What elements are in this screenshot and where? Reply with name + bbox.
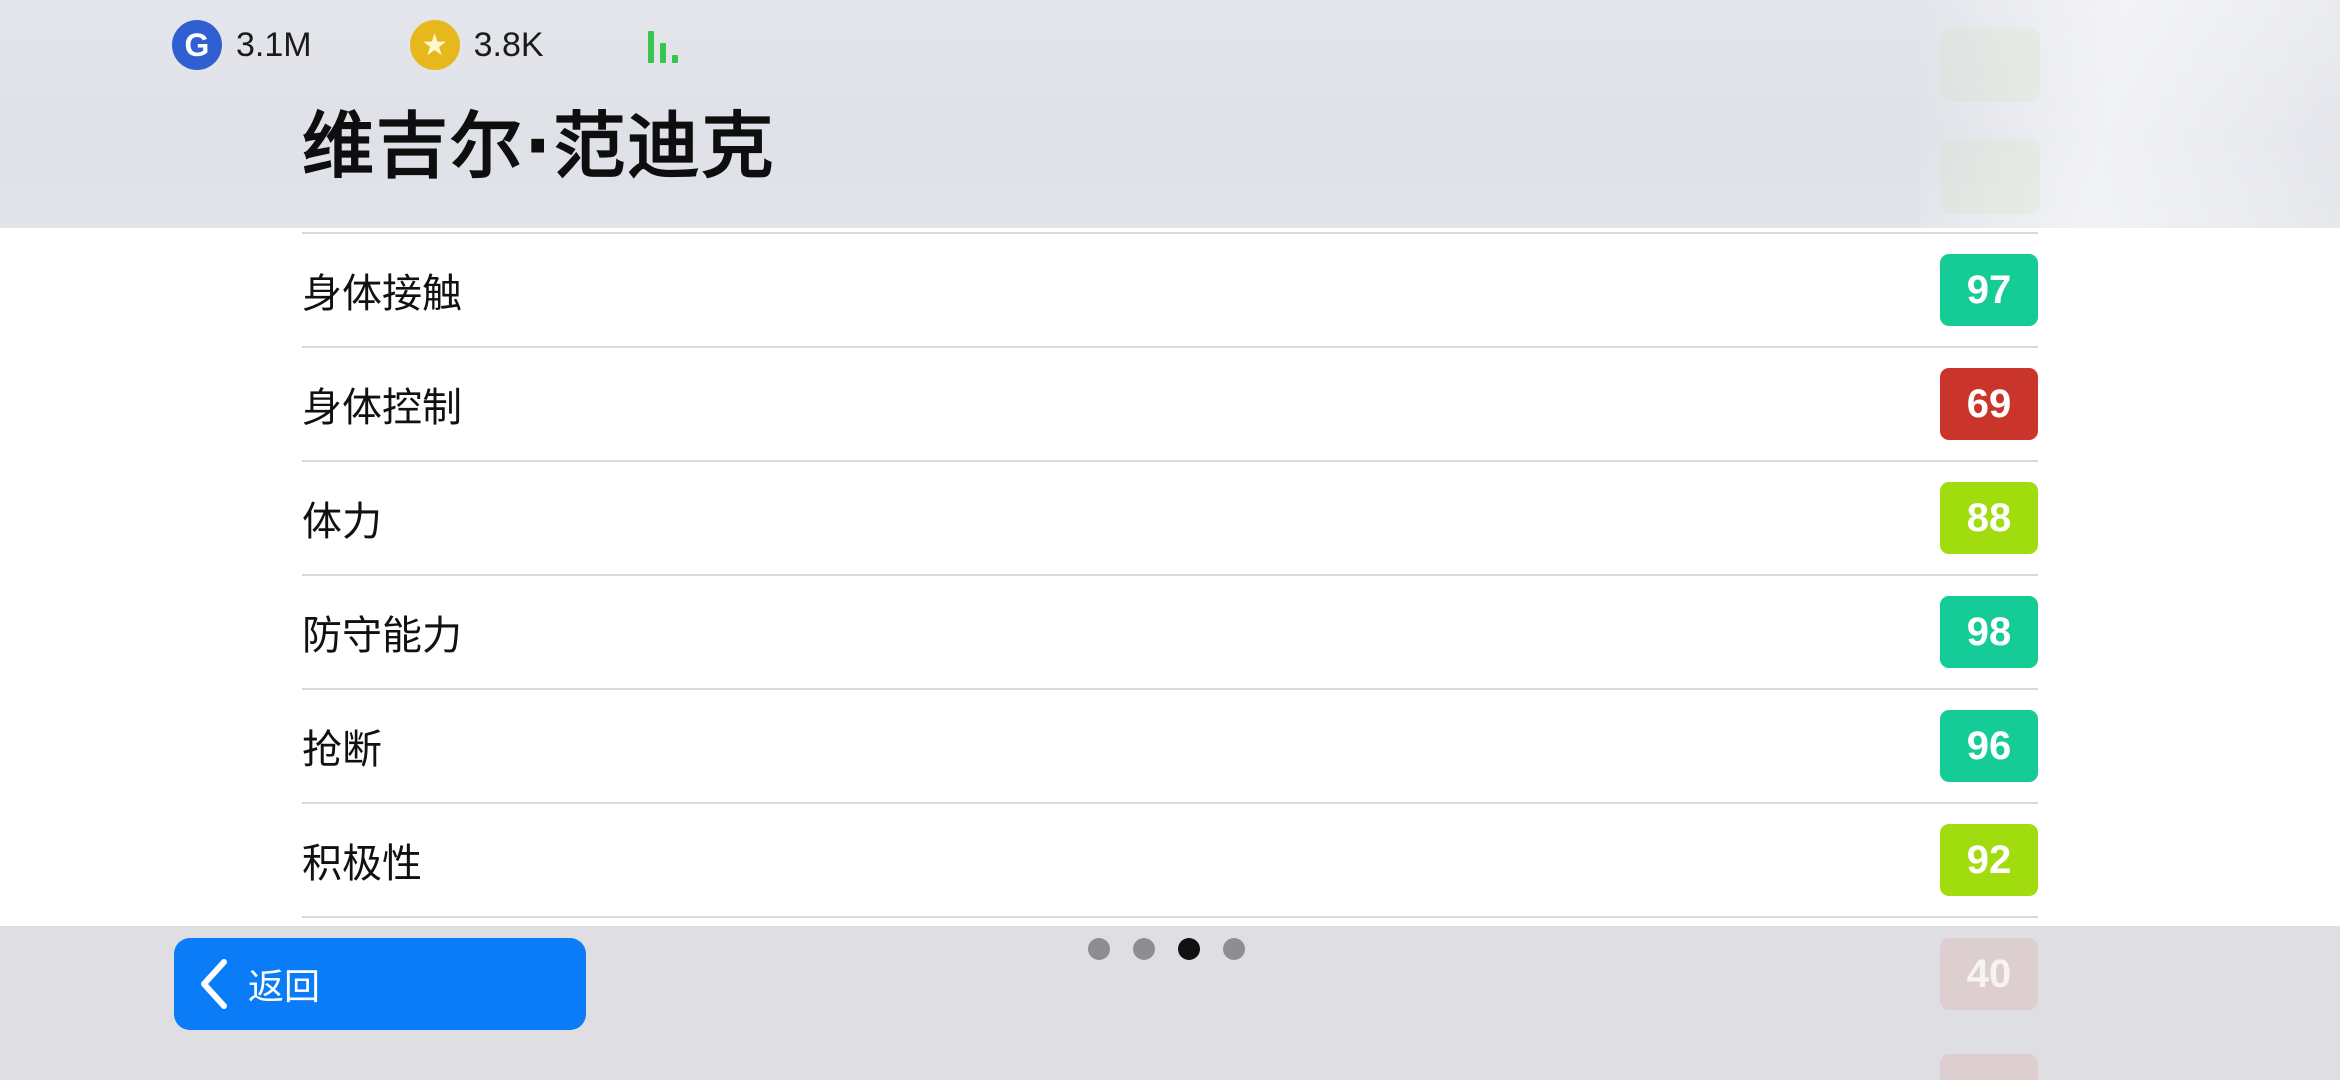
faded-stat-value-badge: 40 xyxy=(1940,938,2038,1010)
player-stats-list: 身体接触 97 身体控制 69 体力 88 防守能力 98 抢断 96 积极性 … xyxy=(302,232,2038,918)
stat-value-badge: 98 xyxy=(1940,596,2038,668)
stat-label: 防守能力 xyxy=(302,613,462,659)
stat-value-badge: 96 xyxy=(1940,710,2038,782)
stat-value-badge: 69 xyxy=(1940,368,2038,440)
back-button[interactable]: 返回 xyxy=(174,938,586,1030)
currency-bar: G 3.1M ★ 3.8K xyxy=(172,20,684,70)
stat-label: 积极性 xyxy=(302,841,422,887)
page-indicator xyxy=(1088,938,1268,960)
stat-label: 体力 xyxy=(302,499,382,545)
stat-row: 身体控制 69 xyxy=(302,348,2038,462)
stat-row: 身体接触 97 xyxy=(302,234,2038,348)
page-dot[interactable] xyxy=(1223,938,1245,960)
header-area: G 3.1M ★ 3.8K 维吉尔·范迪克 xyxy=(0,0,2340,228)
currency-gp: G 3.1M xyxy=(172,20,312,70)
stat-row: 抢断 96 xyxy=(302,690,2038,804)
coin-amount: 3.8K xyxy=(473,25,544,64)
stat-label: 抢断 xyxy=(302,727,382,773)
stat-row: 防守能力 98 xyxy=(302,576,2038,690)
page-dot[interactable] xyxy=(1133,938,1155,960)
page-dot[interactable] xyxy=(1088,938,1110,960)
g-coin-icon: G xyxy=(172,20,222,70)
page-dot-active[interactable] xyxy=(1178,938,1200,960)
faded-background-badge xyxy=(1940,140,2040,214)
stat-row: 积极性 92 xyxy=(302,804,2038,918)
stat-label: 身体控制 xyxy=(302,385,462,431)
player-name-title: 维吉尔·范迪克 xyxy=(302,104,776,188)
faded-background-badge xyxy=(1940,28,2040,102)
signal-strength-icon xyxy=(647,27,684,63)
stat-value-badge: 92 xyxy=(1940,824,2038,896)
currency-coins: ★ 3.8K xyxy=(409,20,544,70)
star-coin-icon: ★ xyxy=(409,20,460,70)
stat-value-badge: 97 xyxy=(1940,254,2038,326)
stat-label: 身体接触 xyxy=(302,271,462,317)
faded-stat-value-badge xyxy=(1940,1054,2038,1080)
stat-row: 体力 88 xyxy=(302,462,2038,576)
back-button-label: 返回 xyxy=(248,967,321,1008)
chevron-left-icon xyxy=(198,957,238,1011)
gp-amount: 3.1M xyxy=(236,25,312,64)
stat-value-badge: 88 xyxy=(1940,482,2038,554)
